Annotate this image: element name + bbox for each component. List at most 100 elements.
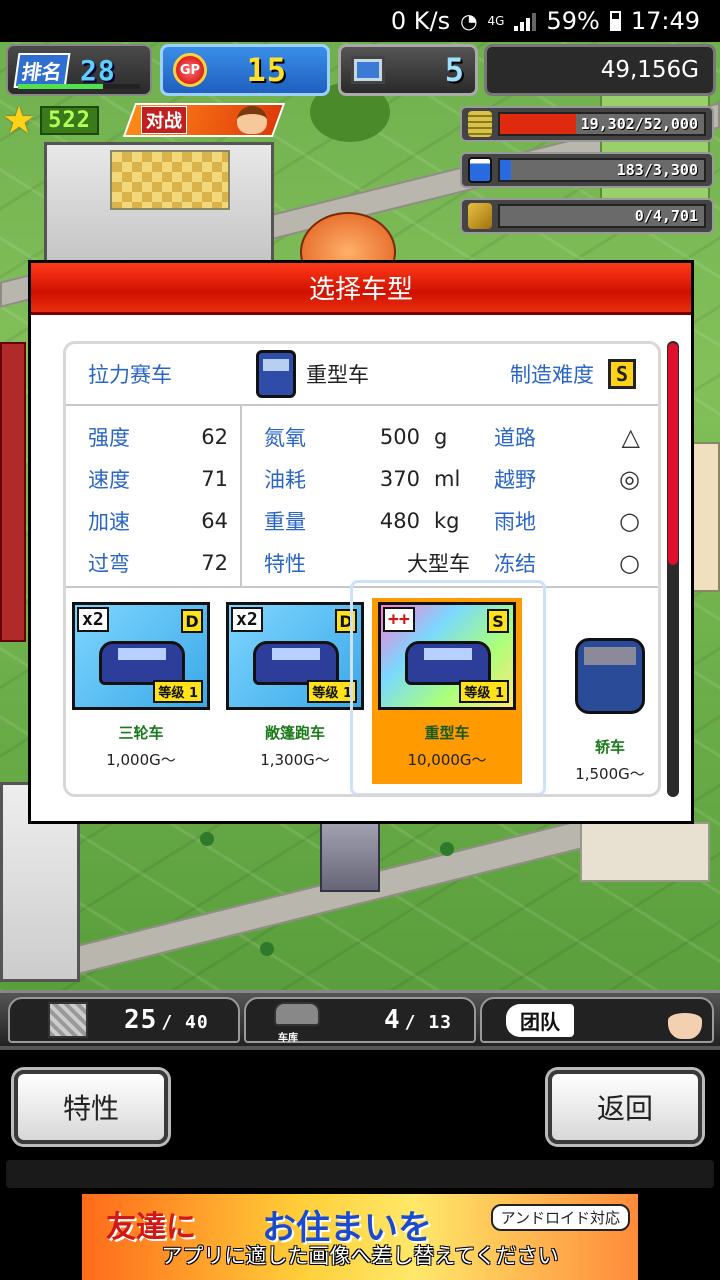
- terrain-label: 越野: [494, 468, 536, 492]
- ad-tag: アンドロイド対応: [490, 1204, 630, 1231]
- grade-badge: D: [335, 609, 357, 633]
- spec-label: 油耗: [264, 468, 306, 492]
- stat-row: 速度 71: [88, 458, 228, 500]
- stat-value: 64: [201, 509, 228, 533]
- resource-grain[interactable]: 0/4,701: [460, 198, 714, 234]
- spec-label: 重量: [264, 510, 306, 534]
- spec-label: 特性: [264, 552, 306, 576]
- resource-fuel[interactable]: 183/3,300: [460, 152, 714, 188]
- character-portrait-icon: [668, 1001, 702, 1039]
- terrain-label: 冻结: [494, 552, 536, 576]
- computer-icon: [351, 56, 385, 84]
- rank-value: 28: [80, 53, 116, 87]
- money-value: 49,156G: [600, 57, 699, 83]
- car-option-convertible[interactable]: x2 D 等级 1 敞篷跑车 1,300G〜: [220, 598, 370, 784]
- terrain-rating: ○: [619, 549, 640, 577]
- car-price: 1,500G〜: [575, 765, 645, 783]
- stat-row: 过弯 72: [88, 542, 228, 584]
- stat-label: 强度: [88, 426, 130, 450]
- command-panel: 特性 返回: [0, 1046, 720, 1194]
- car-type-list[interactable]: x2 D 等级 1 三轮车 1,000G〜 x2 D 等级 1 敞篷跑车 1,300G〜…: [66, 580, 658, 794]
- car-price: 10,000G〜: [407, 751, 487, 769]
- battle-button[interactable]: 对战: [122, 103, 286, 137]
- garage-count: 4/ 13: [384, 1005, 453, 1035]
- car-name: 重型车: [424, 724, 470, 742]
- stat-label: 速度: [88, 468, 130, 492]
- team-label: 团队: [506, 1003, 574, 1037]
- multiplier-badge: x2: [231, 607, 263, 632]
- rank-label: 排名: [13, 52, 71, 88]
- difficulty-label: 制造难度: [510, 363, 594, 387]
- pc-value: 5: [444, 51, 465, 89]
- gp-coin-icon: GP: [173, 53, 207, 87]
- gp-value: 15: [246, 51, 287, 89]
- resource-text: 183/3,300: [616, 161, 698, 179]
- heavy-car-icon: [256, 350, 296, 398]
- level-badge: 等级 1: [459, 680, 509, 703]
- car-info-card: 拉力赛车 重型车 制造难度 S 强度 62 速度 71 加速 64 过弯 72: [63, 341, 661, 797]
- car-option-heavy[interactable]: ++ S 等级 1 重型车 10,000G〜: [372, 598, 522, 784]
- spec-row: 重量 480 kg 雨地 ○: [264, 500, 640, 542]
- spec-label: 氮氧: [264, 426, 306, 450]
- car-price: 1,300G〜: [260, 751, 330, 769]
- level-badge: 等级 1: [307, 680, 357, 703]
- terrain-rating: ◎: [619, 465, 640, 493]
- resource-funds[interactable]: 19,302/52,000: [460, 106, 714, 142]
- items-count: 25/ 40: [124, 1005, 209, 1035]
- bottom-tray: 25/ 40 车库 4/ 13 团队: [0, 990, 720, 1046]
- spec-stats: 氮氧 500 g 道路 △ 油耗 370 ml 越野 ◎ 重量 480 kg 雨地 ○ 特性 大型车 冻结 ○: [242, 406, 658, 586]
- motorcycle-icon: [99, 641, 185, 685]
- car-option-tricycle[interactable]: x2 D 等级 1 三轮车 1,000G〜: [66, 598, 216, 784]
- terrain-rating: ○: [619, 507, 640, 535]
- clock: 17:49: [630, 7, 700, 35]
- spec-value: 480: [379, 509, 420, 533]
- car-price: 1,000G〜: [106, 751, 176, 769]
- terrain-label: 道路: [494, 426, 536, 450]
- traits-button[interactable]: 特性: [14, 1070, 168, 1144]
- pc-panel[interactable]: 5: [338, 44, 478, 96]
- wheat-icon: [468, 203, 492, 229]
- sedan-car-icon: [575, 638, 645, 714]
- spec-row: 油耗 370 ml 越野 ◎: [264, 458, 640, 500]
- panel-strip: [6, 1160, 714, 1188]
- level-badge: 等级 1: [153, 680, 203, 703]
- stat-row: 加速 64: [88, 500, 228, 542]
- difficulty-grade-badge: S: [608, 359, 636, 389]
- stat-value: 62: [201, 425, 228, 449]
- money-panel[interactable]: 49,156G: [484, 44, 716, 96]
- spec-unit: ml: [434, 467, 461, 491]
- car-name: 三轮车: [118, 724, 164, 742]
- garage-slot[interactable]: 车库 4/ 13: [244, 997, 476, 1044]
- network-type: 4G: [487, 14, 505, 28]
- star-row: ★ 522 对战: [2, 98, 286, 142]
- stat-value: 71: [201, 467, 228, 491]
- spec-value: 370: [379, 467, 420, 491]
- battery-percent: 59%: [546, 7, 600, 35]
- items-slot[interactable]: 25/ 40: [8, 997, 240, 1043]
- spec-value: 500: [379, 425, 420, 449]
- gp-panel[interactable]: GP 15: [160, 44, 330, 96]
- statue-icon[interactable]: [320, 812, 380, 892]
- car-category: 拉力赛车: [88, 363, 172, 387]
- ad-banner[interactable]: 友達に お住まいを アンドロイド対応 アプリに適した画像へ差し替えてください: [82, 1194, 638, 1280]
- stat-label: 加速: [88, 510, 130, 534]
- car-option-sedan[interactable]: 轿车 1,500G〜: [560, 598, 658, 784]
- convertible-car-icon: [253, 641, 339, 685]
- suv-car-icon: [405, 641, 491, 685]
- team-slot[interactable]: 团队: [480, 997, 714, 1043]
- back-button[interactable]: 返回: [548, 1070, 702, 1144]
- rank-panel[interactable]: 排名 28: [6, 44, 152, 96]
- dialog-scrollbar[interactable]: [667, 341, 679, 797]
- dialog-title: 选择车型: [31, 263, 691, 315]
- multiplier-badge: ++: [383, 607, 415, 632]
- car-name: 敞篷跑车: [264, 724, 325, 742]
- grade-badge: S: [487, 609, 509, 633]
- grade-badge: D: [181, 609, 203, 633]
- garage-icon: 车库: [274, 1002, 328, 1044]
- battle-label: 对战: [140, 106, 187, 134]
- signal-icon: [514, 11, 537, 31]
- battery-icon: [609, 11, 621, 31]
- star-icon: ★: [2, 98, 37, 142]
- crate-icon: [48, 1002, 88, 1038]
- multiplier-badge: x2: [77, 607, 109, 632]
